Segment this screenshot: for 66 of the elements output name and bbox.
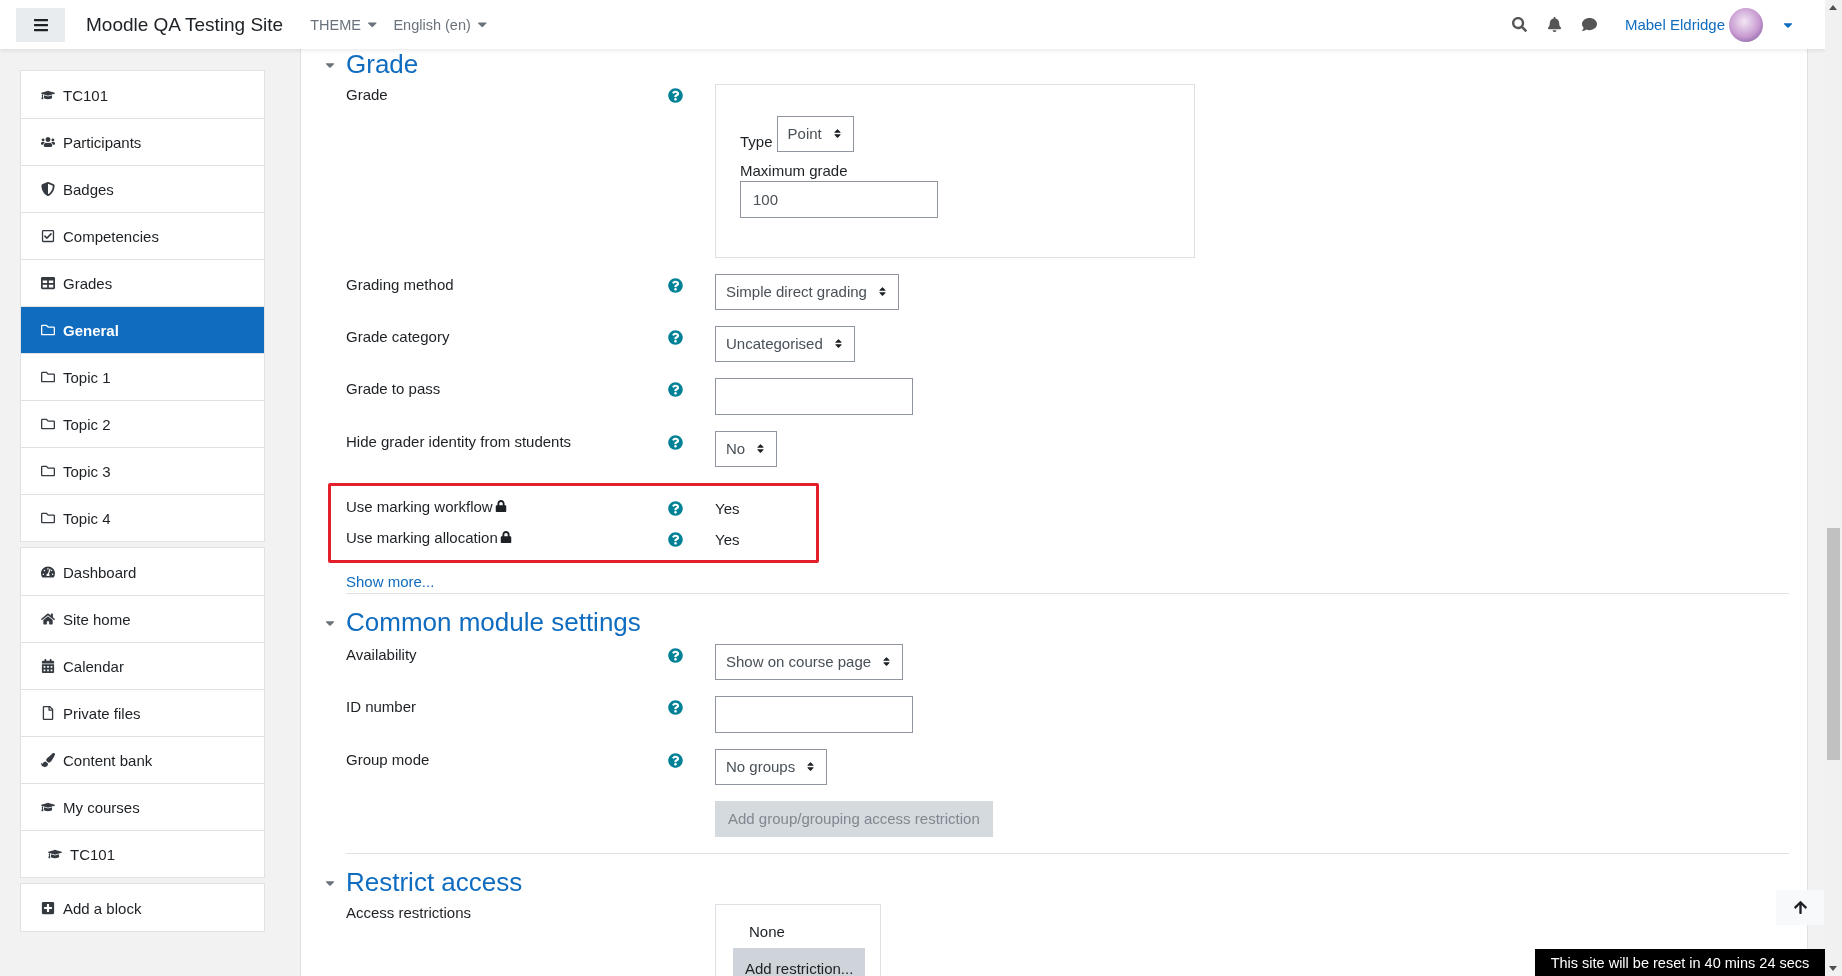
users-icon [41,135,55,149]
menu-button[interactable] [16,7,65,42]
arrow-up-icon [1792,900,1808,915]
chat-bubble-icon[interactable] [1581,17,1597,32]
input-field[interactable]: 100 [740,180,938,218]
section-heading[interactable]: Grade [346,50,419,80]
user-name[interactable]: Mabel Eldridge [1624,16,1725,33]
add-restriction-button[interactable]: Add restriction... [733,947,866,976]
folder-icon [41,323,55,337]
input-field[interactable] [715,377,913,415]
field-label: Access restrictions [346,903,473,921]
field-label: Grade category [346,326,451,345]
search-icon[interactable] [1511,17,1527,32]
select-field[interactable]: Simple direct grading [715,273,899,310]
folder-icon [41,464,55,478]
menu-icon [32,16,49,33]
input-field[interactable] [715,695,913,733]
select-field[interactable]: No [715,430,778,467]
field-label: Type [740,132,773,152]
field-value: Yes [715,529,741,548]
avatar[interactable] [1729,7,1763,42]
section-heading[interactable]: Common module settings [346,607,641,638]
file-icon [41,706,55,720]
select-field[interactable]: Show on course page [715,643,904,680]
show-more-link[interactable]: Show more... [346,572,435,590]
brush-icon [41,753,55,767]
folder-icon [41,511,55,525]
up-down-arrows-icon [876,286,888,298]
field-label: Grading method [346,274,455,293]
select-field[interactable]: Point [776,115,854,152]
field-label: Grade to pass [346,378,442,397]
up-down-arrows-icon [832,338,844,350]
nav-menu[interactable]: English (en) [393,16,490,33]
folder-icon [41,417,55,431]
site-name[interactable]: Moodle QA Testing Site [86,13,284,36]
graduation-cap-icon [41,800,55,814]
field-label: Use marking allocation [346,528,668,546]
bell-icon[interactable] [1546,17,1562,32]
graduation-cap-icon [41,88,55,102]
table-icon [41,276,55,290]
back-to-top-button[interactable] [1776,890,1824,925]
up-down-arrows-icon [805,761,817,773]
shield-icon [41,182,55,196]
field-label: Group mode [346,749,431,768]
folder-icon [41,370,55,384]
field-label: Use marking workflow [346,497,668,515]
field-label: Availability [346,644,418,663]
calendar-icon [41,659,55,673]
up-down-arrows-icon [831,128,843,140]
section-heading[interactable]: Restrict access [346,867,523,898]
nav-menu[interactable]: THEME [310,16,380,33]
select-field[interactable]: No groups [715,748,828,785]
sidebar-item[interactable]: General [21,306,264,353]
field-value: Yes [715,498,741,517]
up-down-arrows-icon [881,656,893,668]
field-label: Maximum grade [740,161,849,181]
field-label: Hide grader identity from students [346,431,573,450]
checkbox-icon [41,229,55,243]
select-field[interactable]: Uncategorised [715,325,855,362]
graduation-cap-icon [48,847,62,861]
house-icon [41,612,55,626]
reset-notice: This site will be reset in 40 mins 24 secs [1535,949,1825,976]
field-label: Grade [346,84,389,103]
field-label: ID number [346,696,418,715]
gauge-icon [41,565,55,579]
restrictions-status: None [749,922,786,940]
